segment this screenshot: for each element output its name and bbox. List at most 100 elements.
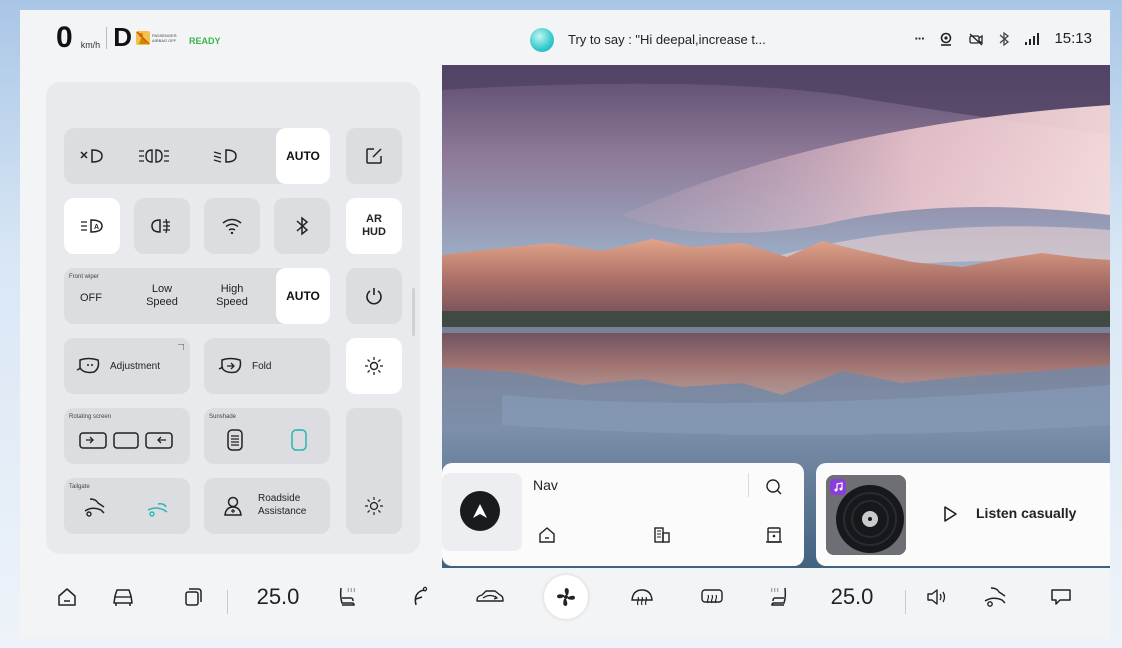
volume-button[interactable]: [920, 568, 954, 626]
tailgate-control: Tailgate: [64, 478, 190, 534]
status-icons: ··· 15:13: [914, 30, 1092, 47]
bluetooth-button[interactable]: [274, 198, 330, 254]
power-button[interactable]: [346, 268, 402, 324]
front-defrost-icon: [631, 589, 653, 606]
voice-hint-text[interactable]: Try to say : "Hi deepal,increase t...: [568, 32, 766, 47]
dock-apps-button[interactable]: [176, 568, 210, 626]
dock-tailgate-button[interactable]: [978, 568, 1012, 626]
wiper-off-button[interactable]: OFF: [64, 276, 118, 320]
wifi-button[interactable]: [204, 198, 260, 254]
driver-temperature[interactable]: 25.0: [246, 568, 310, 626]
ready-indicator: READY: [188, 35, 221, 46]
wiper-high-speed-button[interactable]: High Speed: [200, 268, 264, 324]
power-icon: [366, 288, 382, 305]
seat-ventilation-icon: [414, 586, 428, 606]
position-lights-button[interactable]: [124, 128, 184, 184]
dock-divider-2: [905, 590, 906, 614]
infotainment-screen: 0 km/h D PASSENGER AIRBAG OFF READY Try …: [20, 10, 1110, 638]
high-beam-auto-icon: A: [81, 219, 103, 233]
nav-card[interactable]: Nav: [442, 463, 804, 566]
car-front-icon: [113, 589, 133, 606]
more-dots-icon[interactable]: ···: [914, 31, 925, 46]
lights-off-button[interactable]: [64, 128, 118, 184]
ar-hud-button[interactable]: AR HUD: [346, 198, 402, 254]
wiper-low-speed-button[interactable]: Low Speed: [130, 268, 194, 324]
high-beam-assist-button[interactable]: A: [64, 198, 120, 254]
clock: 15:13: [1054, 30, 1092, 47]
divider: [106, 26, 108, 49]
brightness-low-icon: [365, 497, 383, 515]
rotating-screen-icons[interactable]: [78, 429, 176, 451]
nav-search-icon[interactable]: [764, 477, 784, 497]
nav-title: Nav: [533, 477, 558, 493]
dock-vehicle-button[interactable]: [106, 568, 140, 626]
nav-home-icon[interactable]: [537, 525, 557, 545]
driving-status: 0 km/h D PASSENGER AIRBAG OFF READY: [20, 10, 442, 65]
mirror-fold-button[interactable]: Fold: [204, 338, 330, 394]
nav-map-thumbnail: [442, 473, 522, 551]
nav-favorite-place-icon[interactable]: [764, 525, 784, 545]
brightness-level-indicator[interactable]: [346, 478, 402, 534]
dock-home-button[interactable]: [50, 568, 84, 626]
wiper-high-line-1: High: [220, 283, 244, 295]
steering-heat-button[interactable]: [402, 568, 436, 626]
rotating-screen-control: Rotating screen: [64, 408, 190, 464]
low-beam-button[interactable]: [192, 128, 258, 184]
passenger-seat-heat-button[interactable]: [762, 568, 796, 626]
sunshade-closed-icon[interactable]: [226, 428, 244, 452]
bluetooth-icon[interactable]: [998, 31, 1010, 47]
multi-window-icon: [185, 588, 202, 606]
listen-casually-label[interactable]: Listen casually: [976, 505, 1076, 521]
speed-unit: km/h: [80, 39, 101, 50]
sunshade-control: Sunshade: [204, 408, 330, 464]
nav-arrow-glyph: [473, 504, 487, 518]
brightness-button[interactable]: [346, 338, 402, 394]
camera-off-icon[interactable]: [968, 31, 984, 47]
fan-button[interactable]: [542, 568, 590, 626]
music-card[interactable]: Listen casually: [816, 463, 1110, 566]
rotating-screen-title: Rotating screen: [69, 414, 112, 420]
air-circulation-button[interactable]: [470, 568, 510, 626]
nav-divider: [748, 473, 749, 497]
wiper-low-line-2: Speed: [146, 296, 178, 308]
roadside-assistance-button[interactable]: Roadside Assistance: [204, 478, 330, 534]
bluetooth-toggle-icon: [296, 216, 309, 236]
gear-indicator: D: [113, 22, 132, 52]
car-recirculation-icon: [476, 590, 504, 602]
mirror-adjustment-button[interactable]: Adjustment: [64, 338, 190, 394]
mirror-adjust-icon: [76, 357, 100, 374]
position-lights-icon: [139, 149, 169, 163]
play-icon[interactable]: [942, 505, 958, 523]
fold-label: Fold: [252, 360, 272, 372]
rear-defrost-icon: [701, 589, 723, 604]
front-defrost-button[interactable]: [624, 568, 660, 626]
tailgate-open-icon[interactable]: [146, 498, 170, 518]
driver-temp-value: 25.0: [256, 584, 300, 609]
sunshade-title: Sunshade: [209, 414, 237, 420]
nav-office-icon[interactable]: [652, 525, 672, 545]
driver-monitor-icon[interactable]: [938, 31, 954, 47]
front-wiper-group: Front wiper OFF Low Speed High Speed AUT…: [64, 268, 330, 324]
music-note-icon: [834, 482, 843, 492]
sunshade-open-icon[interactable]: [290, 428, 308, 452]
panel-scrollbar[interactable]: [412, 288, 415, 336]
speed-value: 0: [56, 20, 73, 54]
rear-defrost-button[interactable]: [694, 568, 730, 626]
airbag-label: PASSENGER AIRBAG OFF: [151, 32, 177, 43]
wiper-high-line-2: Speed: [216, 296, 248, 308]
lights-auto-button[interactable]: AUTO: [276, 128, 330, 184]
tailgate-icon: [984, 587, 1006, 607]
voice-assistant-icon[interactable]: [530, 28, 554, 52]
dock-divider: [227, 590, 228, 614]
dock-feedback-button[interactable]: [1044, 568, 1078, 626]
light-mode-group: AUTO: [64, 128, 330, 184]
fog-light-button[interactable]: [134, 198, 190, 254]
tailgate-close-icon[interactable]: [82, 496, 106, 518]
passenger-temperature[interactable]: 25.0: [820, 568, 884, 626]
wiper-auto-button[interactable]: AUTO: [276, 268, 330, 324]
navigation-arrow-icon: [460, 491, 500, 531]
edit-button[interactable]: [346, 128, 402, 184]
driver-seat-heat-button[interactable]: [330, 568, 364, 626]
ar-hud-line-2: HUD: [362, 226, 386, 238]
quick-controls-panel: AUTO A AR HUD Front wiper OFF Low Speed …: [46, 82, 420, 554]
